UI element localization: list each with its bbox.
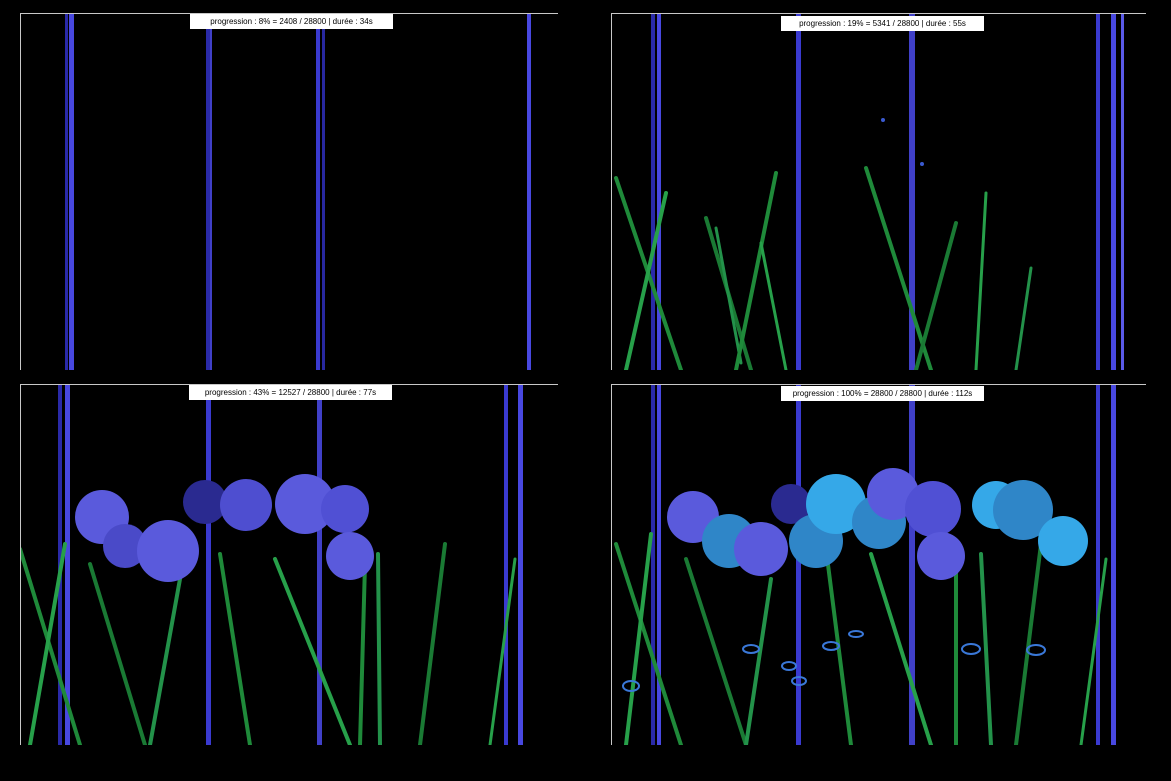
render-canvas-3	[20, 384, 523, 745]
grass-blades	[20, 542, 517, 745]
flowers	[75, 474, 374, 582]
particle	[881, 118, 885, 122]
flower	[917, 532, 965, 580]
light-stripes	[651, 13, 1124, 370]
render-canvas-1	[65, 13, 531, 370]
seeds	[622, 630, 1046, 692]
flowers	[667, 468, 1088, 580]
render-panel-2: progression : 19% = 5341 / 28800 | durée…	[611, 13, 1146, 370]
flower	[137, 520, 199, 582]
render-canvas-4	[614, 384, 1116, 745]
render-panel-4: progression : 100% = 28800 / 28800 | dur…	[611, 384, 1146, 745]
grass-blades	[614, 532, 1108, 745]
light-stripes	[65, 13, 531, 370]
render-panel-1: progression : 8% = 2408 / 28800 | durée …	[20, 13, 558, 370]
flower	[326, 532, 374, 580]
grass-blades	[614, 166, 1033, 370]
progress-label: progression : 100% = 28800 / 28800 | dur…	[781, 386, 984, 401]
flower	[734, 522, 788, 576]
flower	[1038, 516, 1088, 566]
render-panel-3: progression : 43% = 12527 / 28800 | duré…	[20, 384, 558, 745]
flower	[321, 485, 369, 533]
render-canvas-2	[614, 13, 1124, 370]
progress-label: progression : 43% = 12527 / 28800 | duré…	[189, 385, 392, 400]
progress-label: progression : 19% = 5341 / 28800 | durée…	[781, 16, 984, 31]
particle	[920, 162, 924, 166]
flower	[220, 479, 272, 531]
progress-label: progression : 8% = 2408 / 28800 | durée …	[190, 14, 393, 29]
flower	[905, 481, 961, 537]
